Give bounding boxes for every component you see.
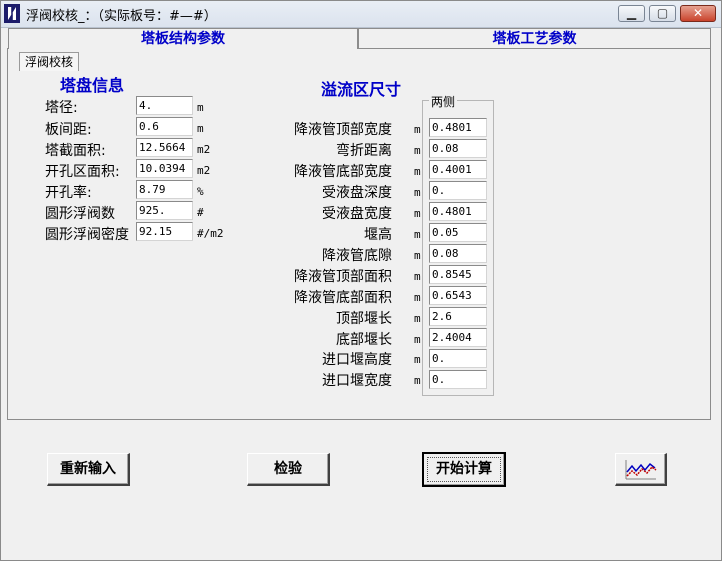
- tray-info-field[interactable]: 925.: [136, 201, 193, 220]
- overflow-title: 溢流区尺寸: [321, 80, 402, 99]
- tray-info-label: 开孔率:: [45, 185, 92, 201]
- tray-info-field[interactable]: 10.0394: [136, 159, 193, 178]
- group-label: 两侧: [429, 93, 458, 110]
- tray-info-title: 塔盘信息: [60, 76, 125, 95]
- overflow-label: 降液管底部宽度: [294, 164, 392, 180]
- overflow-unit: m: [414, 186, 421, 199]
- overflow-unit: m: [414, 165, 421, 178]
- overflow-field[interactable]: 0.05: [429, 223, 487, 242]
- overflow-label: 降液管顶部面积: [294, 269, 392, 285]
- reset-button[interactable]: 重新输入: [47, 453, 130, 486]
- overflow-unit: m: [414, 123, 421, 136]
- overflow-unit: m: [414, 228, 421, 241]
- tray-info-label: 圆形浮阀密度: [45, 227, 129, 243]
- minimize-button[interactable]: ▁: [618, 5, 645, 22]
- subtab-valve-check[interactable]: 浮阀校核: [19, 52, 79, 71]
- overflow-field[interactable]: 0.: [429, 181, 487, 200]
- tray-info-label: 板间距:: [45, 122, 92, 138]
- overflow-field[interactable]: 0.4001: [429, 160, 487, 179]
- maximize-icon: ▢: [656, 6, 669, 20]
- overflow-unit: m: [414, 207, 421, 220]
- overflow-label: 受液盘深度: [322, 185, 392, 201]
- tray-info-unit: %: [197, 185, 204, 198]
- overflow-label: 顶部堰长: [336, 311, 392, 327]
- overflow-unit: m: [414, 312, 421, 325]
- overflow-label: 降液管底部面积: [294, 290, 392, 306]
- compute-button[interactable]: 开始计算: [422, 452, 506, 487]
- overflow-unit: m: [414, 374, 421, 387]
- chart-button[interactable]: [615, 453, 667, 486]
- tray-info-field[interactable]: 12.5664: [136, 138, 193, 157]
- overflow-label: 弯折距离: [336, 143, 392, 159]
- overflow-field[interactable]: 0.6543: [429, 286, 487, 305]
- tray-info-label: 圆形浮阀数: [45, 206, 115, 222]
- tray-info-unit: #: [197, 206, 204, 219]
- overflow-field[interactable]: 0.4801: [429, 202, 487, 221]
- overflow-field[interactable]: 2.4004: [429, 328, 487, 347]
- check-button[interactable]: 检验: [247, 453, 330, 486]
- maximize-button[interactable]: ▢: [649, 5, 676, 22]
- tray-info-unit: #/m2: [197, 227, 224, 240]
- overflow-unit: m: [414, 291, 421, 304]
- overflow-unit: m: [414, 353, 421, 366]
- overflow-field[interactable]: 0.08: [429, 244, 487, 263]
- title-bar: 浮阀校核_：（实际板号：#—#） ▁ ▢ ✕: [1, 1, 721, 28]
- tray-info-label: 开孔区面积:: [45, 164, 120, 180]
- focus-ring: [427, 457, 501, 482]
- close-icon: ✕: [692, 6, 704, 20]
- overflow-field[interactable]: 0.: [429, 349, 487, 368]
- overflow-label: 降液管底隙: [322, 248, 392, 264]
- tray-info-field[interactable]: 92.15: [136, 222, 193, 241]
- tray-info-label: 塔截面积:: [45, 143, 106, 159]
- tab-tray-process[interactable]: 塔板工艺参数: [358, 28, 711, 49]
- overflow-unit: m: [414, 144, 421, 157]
- overflow-label: 进口堰高度: [322, 352, 392, 368]
- overflow-field[interactable]: 2.6: [429, 307, 487, 326]
- overflow-label: 受液盘宽度: [322, 206, 392, 222]
- tray-info-unit: m: [197, 101, 204, 114]
- overflow-label: 进口堰宽度: [322, 373, 392, 389]
- tray-info-unit: m2: [197, 143, 211, 156]
- minimize-icon: ▁: [626, 6, 637, 20]
- tray-info-label: 塔径:: [45, 100, 78, 116]
- overflow-field[interactable]: 0.08: [429, 139, 487, 158]
- window-title: 浮阀校核_：（实际板号：#—#）: [26, 9, 217, 24]
- close-button[interactable]: ✕: [680, 5, 716, 22]
- tray-info-field[interactable]: 4.: [136, 96, 193, 115]
- overflow-unit: m: [414, 249, 421, 262]
- tray-info-field[interactable]: 0.6: [136, 117, 193, 136]
- overflow-label: 底部堰长: [336, 332, 392, 348]
- overflow-unit: m: [414, 270, 421, 283]
- line-chart-icon: [625, 460, 657, 480]
- overflow-unit: m: [414, 333, 421, 346]
- tray-info-unit: m2: [197, 164, 211, 177]
- overflow-field[interactable]: 0.4801: [429, 118, 487, 137]
- tab-tray-structure[interactable]: 塔板结构参数: [8, 28, 358, 49]
- overflow-field[interactable]: 0.8545: [429, 265, 487, 284]
- overflow-field[interactable]: 0.: [429, 370, 487, 389]
- overflow-label: 降液管顶部宽度: [294, 122, 392, 138]
- tray-info-field[interactable]: 8.79: [136, 180, 193, 199]
- overflow-label: 堰高: [364, 227, 392, 243]
- tray-info-unit: m: [197, 122, 204, 135]
- app-icon: [4, 4, 20, 23]
- app-window: 浮阀校核_：（实际板号：#—#） ▁ ▢ ✕ 塔板结构参数 塔板工艺参数 浮阀校…: [0, 0, 722, 561]
